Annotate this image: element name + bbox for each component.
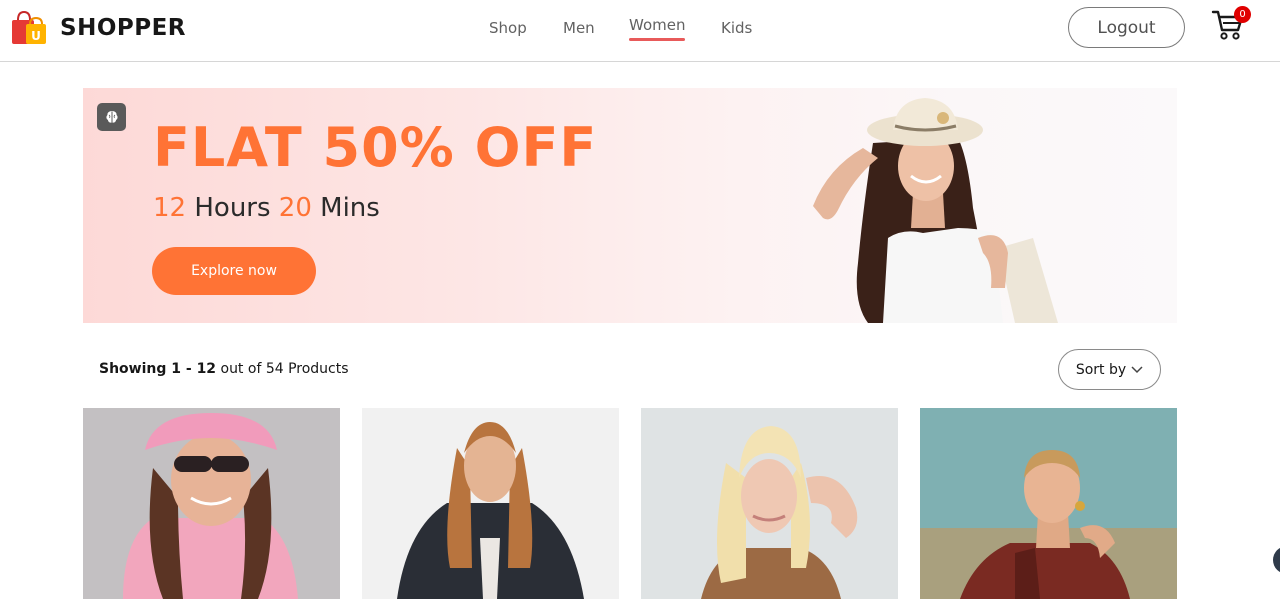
chat-widget-tab[interactable]: [1273, 546, 1280, 574]
blonde-woman-photo: [641, 408, 898, 599]
explore-now-button[interactable]: Explore now: [152, 247, 316, 295]
banner-headline: FLAT 50% OFF: [153, 116, 598, 179]
nav-item-kids[interactable]: Kids: [721, 19, 752, 37]
woman-fur-jacket-photo: [362, 408, 619, 599]
active-nav-underline: [629, 38, 686, 41]
sort-label: Sort by: [1075, 361, 1127, 378]
nav-item-label: Women: [629, 16, 686, 34]
countdown-mins-value: 20: [278, 193, 312, 223]
results-count: Showing 1 - 12 out of 54 Products: [99, 361, 349, 377]
product-card-2[interactable]: [362, 408, 619, 599]
countdown-mins-label: Mins: [311, 193, 380, 223]
nav-item-men[interactable]: Men: [563, 19, 595, 37]
svg-text:U: U: [31, 29, 41, 43]
product-card-3[interactable]: [641, 408, 898, 599]
logout-button[interactable]: Logout: [1068, 7, 1185, 48]
sort-dropdown[interactable]: Sort by: [1058, 349, 1161, 390]
banner-countdown: 12 Hours 20 Mins: [153, 193, 380, 223]
nav-item-women[interactable]: Women: [629, 16, 686, 41]
results-range: Showing 1 - 12: [99, 361, 217, 377]
cart-count-badge: 0: [1234, 6, 1251, 23]
countdown-hours-value: 12: [153, 193, 187, 223]
countdown-hours-label: Hours: [186, 193, 279, 223]
chevron-down-icon: [1131, 362, 1143, 378]
navbar: U SHOPPER Shop Men Women Kids Logout 0: [0, 0, 1280, 62]
product-card-4[interactable]: [920, 408, 1177, 599]
woman-red-plaid-top-photo: [920, 408, 1177, 599]
brand-logo[interactable]: U SHOPPER: [10, 10, 186, 46]
nav-item-label: Shop: [489, 19, 527, 37]
nav-item-label: Kids: [721, 19, 753, 37]
product-card-1[interactable]: [83, 408, 340, 599]
brand-name: SHOPPER: [60, 15, 187, 41]
woman-pink-bucket-hat-photo: [83, 408, 340, 599]
results-total: out of 54 Products: [216, 361, 349, 377]
shopping-bag-logo-icon: U: [10, 10, 48, 46]
brain-icon[interactable]: [97, 103, 126, 131]
nav-item-label: Men: [563, 19, 595, 37]
banner-model-image: [793, 88, 1093, 323]
nav-item-shop[interactable]: Shop: [489, 19, 527, 37]
promo-banner: FLAT 50% OFF 12 Hours 20 Mins Explore no…: [83, 88, 1177, 323]
